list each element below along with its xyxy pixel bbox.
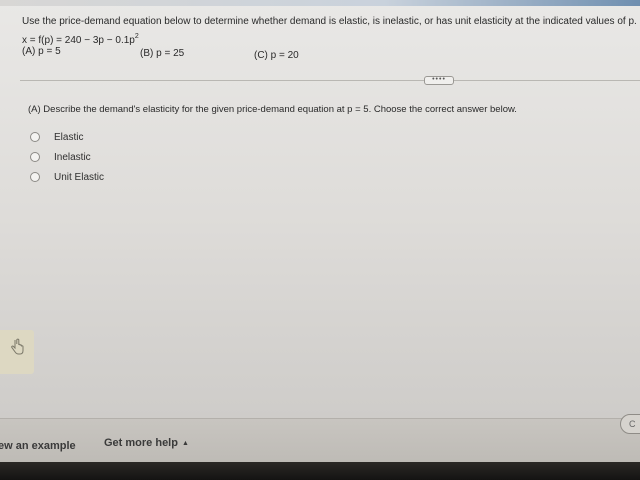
- answer-option-inelastic[interactable]: Inelastic: [30, 150, 91, 164]
- option-label: Inelastic: [54, 151, 91, 163]
- window-top-strip: [0, 0, 640, 6]
- part-c-label: (C) p = 20: [254, 50, 299, 61]
- equation-text: x = f(p) = 240 − 3p − 0.1p: [22, 35, 135, 46]
- option-label: Elastic: [54, 131, 84, 143]
- question-prompt: (A) Describe the demand's elasticity for…: [28, 104, 517, 115]
- get-more-help-button[interactable]: Get more help ▲: [104, 437, 189, 449]
- part-b-label: (B) p = 25: [140, 48, 185, 59]
- part-a-label: (A) p = 5: [22, 46, 61, 57]
- radio-button[interactable]: [30, 132, 40, 142]
- screen: Use the price-demand equation below to d…: [0, 0, 640, 480]
- radio-button[interactable]: [30, 172, 40, 182]
- radio-button[interactable]: [30, 152, 40, 162]
- expand-more-button[interactable]: ••••: [424, 76, 454, 85]
- answer-option-unit-elastic[interactable]: Unit Elastic: [30, 170, 104, 184]
- bottom-toolbar: [0, 418, 640, 462]
- monitor-bezel: [0, 462, 640, 480]
- section-divider: [20, 80, 640, 81]
- hand-pointer-icon: [11, 338, 24, 355]
- problem-instruction: Use the price-demand equation below to d…: [22, 16, 637, 27]
- side-tool-tab[interactable]: [0, 330, 34, 374]
- equation-exponent: 2: [134, 33, 139, 40]
- check-answer-button[interactable]: C: [620, 414, 640, 434]
- answer-option-elastic[interactable]: Elastic: [30, 130, 83, 144]
- price-demand-equation: x = f(p) = 240 − 3p − 0.1p2: [22, 33, 139, 46]
- get-more-help-label: Get more help: [104, 437, 178, 449]
- option-label: Unit Elastic: [54, 171, 105, 183]
- caret-up-icon: ▲: [181, 440, 189, 447]
- view-example-link[interactable]: ew an example: [0, 440, 76, 452]
